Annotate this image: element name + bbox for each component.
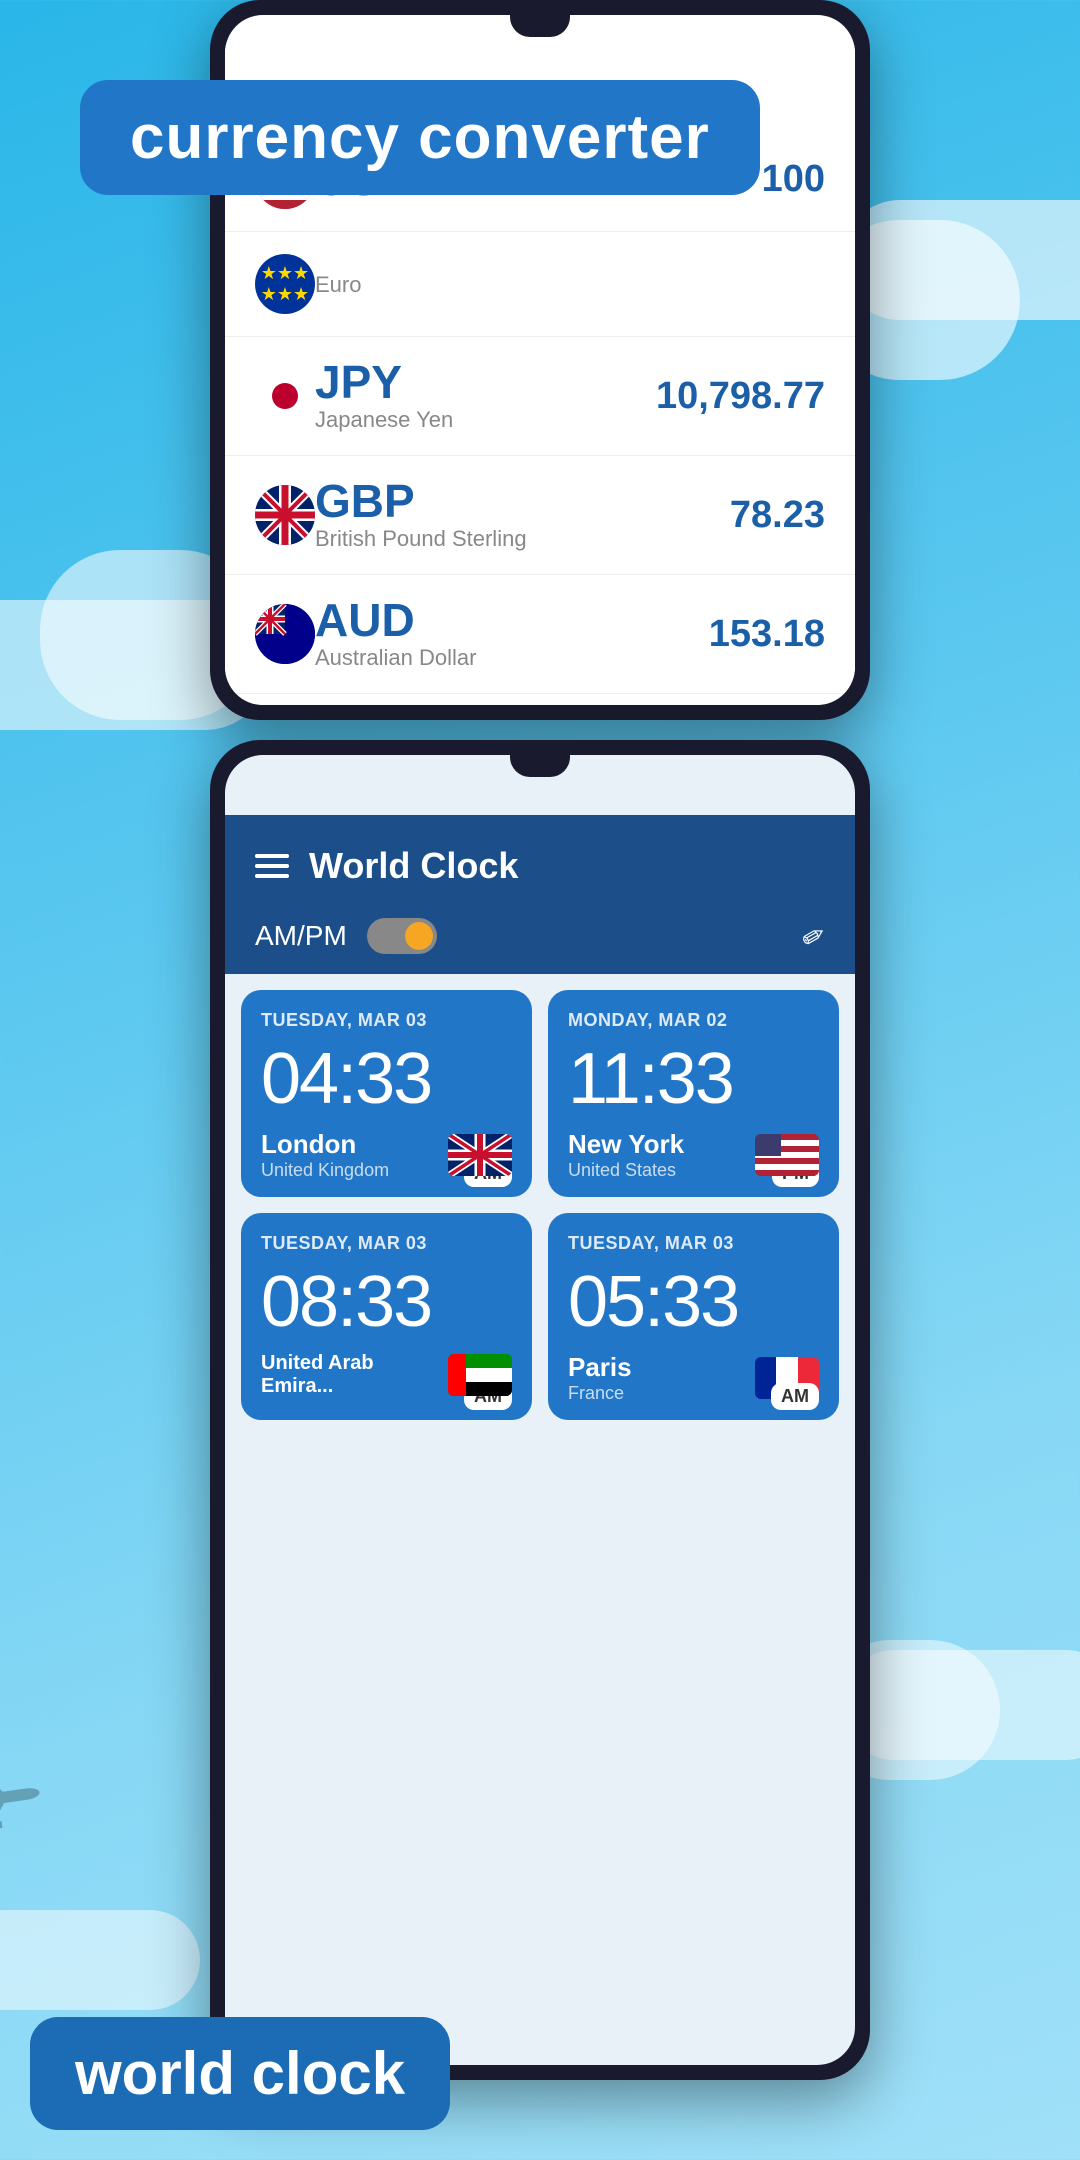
menu-button[interactable] xyxy=(255,854,289,878)
usd-value: 100 xyxy=(762,158,825,201)
london-city-row: London United Kingdom xyxy=(261,1129,512,1181)
gbp-value: 78.23 xyxy=(730,494,825,537)
currency-row-gbp[interactable]: GBP British Pound Sterling 78.23 xyxy=(225,456,855,575)
jpy-code: JPY xyxy=(315,359,656,405)
london-date: TUESDAY, MAR 03 xyxy=(261,1010,512,1031)
edit-button[interactable]: ✏ xyxy=(802,917,825,954)
hamburger-line2 xyxy=(255,864,289,868)
newyork-time: 11:33 xyxy=(568,1043,819,1115)
clock-grid: TUESDAY, MAR 03 04:33 AM London United K… xyxy=(225,974,855,1436)
world-clock-label-text: world clock xyxy=(75,2040,405,2107)
currency-banner: currency converter xyxy=(80,80,760,195)
jpy-name: Japanese Yen xyxy=(315,407,656,433)
london-city-info: London United Kingdom xyxy=(261,1129,389,1181)
aud-code: AUD xyxy=(315,597,709,643)
uae-date: TUESDAY, MAR 03 xyxy=(261,1233,512,1254)
aud-value: 153.18 xyxy=(709,613,825,656)
eur-flag: ★★★★★★ xyxy=(255,254,315,314)
world-clock-label: world clock xyxy=(30,2017,450,2130)
clock-card-london[interactable]: TUESDAY, MAR 03 04:33 AM London United K… xyxy=(241,990,532,1197)
wc-title: World Clock xyxy=(309,845,825,887)
phone2-notch xyxy=(510,755,570,777)
ampm-label: AM/PM xyxy=(255,920,347,952)
jpy-flag xyxy=(255,366,315,426)
paris-city: Paris xyxy=(568,1352,632,1383)
uae-flag xyxy=(448,1354,512,1396)
wc-subheader: AM/PM ✏ xyxy=(225,907,855,974)
newyork-city-row: New York United States xyxy=(568,1129,819,1181)
clock-card-paris[interactable]: TUESDAY, MAR 03 05:33 AM Paris France xyxy=(548,1213,839,1420)
eur-name: Euro xyxy=(315,272,825,298)
hamburger-line1 xyxy=(255,854,289,858)
currency-row-jpy[interactable]: JPY Japanese Yen 10,798.77 xyxy=(225,337,855,456)
jpy-value: 10,798.77 xyxy=(656,375,825,418)
gbp-flag xyxy=(255,485,315,545)
newyork-flag xyxy=(755,1134,819,1176)
uae-time: 08:33 xyxy=(261,1266,512,1338)
currency-row-cad[interactable]: 🍁 CAD Canadian Dollar 133.35 xyxy=(225,694,855,705)
uae-city-row: United Arab Emira... xyxy=(261,1352,512,1398)
aud-flag xyxy=(255,604,315,664)
worldclock-screen: World Clock AM/PM ✏ TUESDAY, MAR 03 04:3… xyxy=(225,755,855,2065)
newyork-country: United States xyxy=(568,1160,684,1181)
paris-country: France xyxy=(568,1383,632,1404)
london-city: London xyxy=(261,1129,389,1160)
aud-name: Australian Dollar xyxy=(315,645,709,671)
aud-info: AUD Australian Dollar xyxy=(315,597,709,671)
jp-circle xyxy=(272,383,298,409)
ampm-toggle[interactable] xyxy=(367,918,437,954)
jpy-info: JPY Japanese Yen xyxy=(315,359,656,433)
currency-banner-text: currency converter xyxy=(130,103,710,172)
london-time: 04:33 xyxy=(261,1043,512,1115)
toggle-thumb xyxy=(405,922,433,950)
currency-row-aud[interactable]: AUD Australian Dollar 153.18 xyxy=(225,575,855,694)
clock-card-uae[interactable]: TUESDAY, MAR 03 08:33 AM United Arab Emi… xyxy=(241,1213,532,1420)
phone-worldclock: World Clock AM/PM ✏ TUESDAY, MAR 03 04:3… xyxy=(210,740,870,2080)
paris-city-info: Paris France xyxy=(568,1352,632,1404)
hamburger-line3 xyxy=(255,874,289,878)
london-country: United Kingdom xyxy=(261,1160,389,1181)
paris-time: 05:33 xyxy=(568,1266,819,1338)
paris-ampm: AM xyxy=(771,1383,819,1410)
eur-info: Euro xyxy=(315,270,825,298)
clock-card-newyork[interactable]: MONDAY, MAR 02 11:33 PM New York United … xyxy=(548,990,839,1197)
gbp-name: British Pound Sterling xyxy=(315,526,730,552)
newyork-city: New York xyxy=(568,1129,684,1160)
newyork-city-info: New York United States xyxy=(568,1129,684,1181)
paris-date: TUESDAY, MAR 03 xyxy=(568,1233,819,1254)
wc-header: World Clock xyxy=(225,815,855,907)
phone1-notch xyxy=(510,15,570,37)
london-flag xyxy=(448,1134,512,1176)
newyork-date: MONDAY, MAR 02 xyxy=(568,1010,819,1031)
pencil-icon: ✏ xyxy=(795,916,832,956)
gbp-code: GBP xyxy=(315,478,730,524)
uae-city: United Arab Emira... xyxy=(261,1352,448,1398)
uae-city-info: United Arab Emira... xyxy=(261,1352,448,1398)
currency-row-eur[interactable]: ★★★★★★ Euro xyxy=(225,232,855,337)
gbp-info: GBP British Pound Sterling xyxy=(315,478,730,552)
